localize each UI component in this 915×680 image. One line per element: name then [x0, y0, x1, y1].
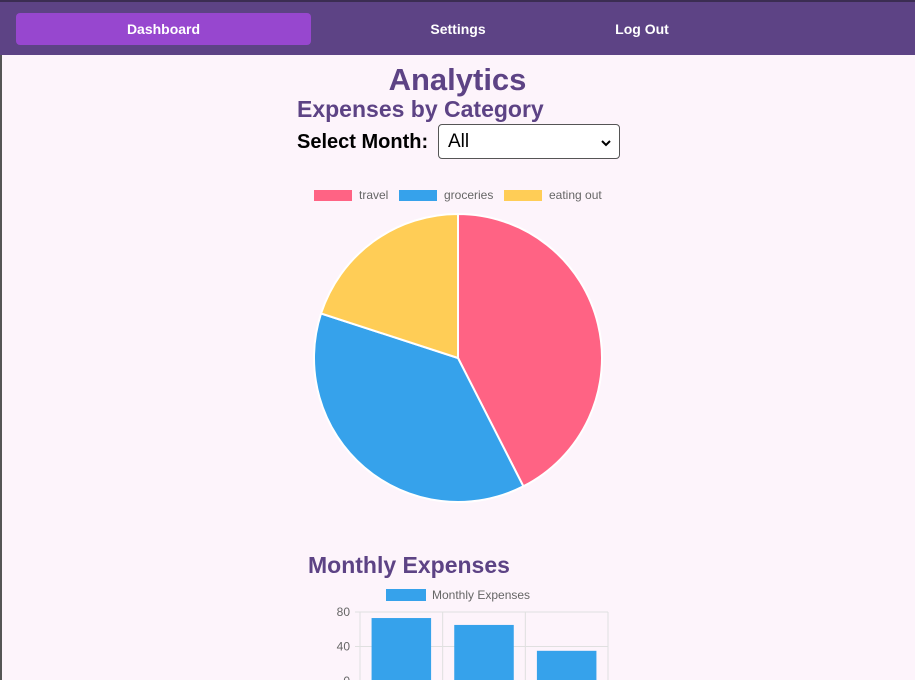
y-tick-label: 40: [337, 640, 351, 654]
legend-swatch-eating-out[interactable]: [504, 190, 542, 201]
bar[interactable]: [371, 618, 432, 680]
month-select[interactable]: All: [438, 124, 620, 159]
nav-logout-button[interactable]: Log Out: [582, 13, 702, 45]
nav-dashboard-button[interactable]: Dashboard: [16, 13, 311, 45]
legend-label-eating-out[interactable]: eating out: [549, 188, 602, 202]
expenses-section-title: Expenses by Category: [297, 96, 544, 122]
bar[interactable]: [536, 650, 597, 680]
nav-settings-button[interactable]: Settings: [398, 13, 518, 45]
top-navbar: Dashboard Settings Log Out: [0, 0, 915, 55]
window-edge: [0, 55, 2, 680]
bar[interactable]: [454, 624, 514, 680]
legend-swatch-travel[interactable]: [314, 190, 352, 201]
chevron-down-icon: [601, 140, 611, 147]
monthly-expenses-bar-chart: Monthly Expenses 80 40 0: [337, 588, 609, 680]
legend-label-monthly-expenses[interactable]: Monthly Expenses: [432, 588, 530, 602]
legend-swatch-groceries[interactable]: [399, 190, 437, 201]
month-select-value: All: [448, 130, 470, 152]
page-title: Analytics: [388, 62, 527, 97]
monthly-expenses-title: Monthly Expenses: [308, 552, 510, 578]
y-tick-label: 0: [343, 674, 350, 680]
legend-label-groceries[interactable]: groceries: [444, 188, 493, 202]
month-select-label: Select Month:: [297, 131, 429, 153]
expenses-pie-chart: travel groceries eating out: [313, 188, 603, 503]
legend-label-travel[interactable]: travel: [359, 188, 388, 202]
y-tick-label: 80: [337, 605, 351, 619]
legend-swatch-monthly-expenses[interactable]: [386, 589, 426, 601]
